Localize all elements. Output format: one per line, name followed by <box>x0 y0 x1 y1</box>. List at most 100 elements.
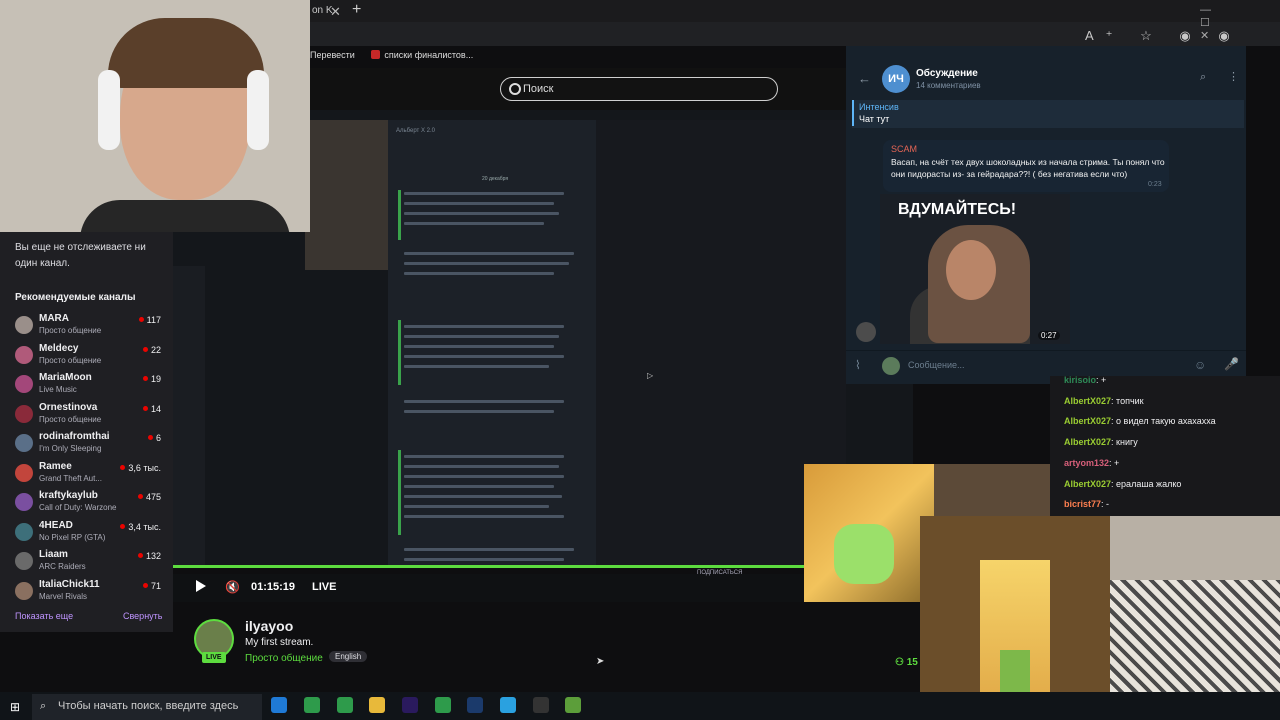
chat-message: AlbertX027: книгу <box>1064 437 1138 447</box>
bookmarks-bar: Перевести списки финалистов... <box>310 50 487 66</box>
sidebar-channel[interactable]: Liaam ARC Raiders 132 <box>15 548 165 576</box>
streamer-name[interactable]: ilyayoo <box>245 618 293 634</box>
message-time: 0:23 <box>1148 181 1162 188</box>
microphone-icon[interactable]: 🎤 <box>1224 357 1239 371</box>
window-controls[interactable]: — ☐ ✕ <box>1200 4 1280 42</box>
message-author[interactable]: SCAM <box>891 144 917 154</box>
sidebar-channel[interactable]: rodinafromthai I'm Only Sleeping 6 <box>15 430 165 458</box>
mute-icon[interactable]: 🔇 <box>225 580 240 594</box>
doc-line <box>404 400 564 403</box>
taskbar-chrome-icon[interactable] <box>337 697 353 713</box>
doc-line <box>404 325 564 328</box>
video-caption: ВДУМАЙТЕСЬ! <box>898 201 1017 218</box>
chat-username[interactable]: AlbertX027 <box>1064 437 1111 447</box>
channel-game: I'm Only Sleeping <box>39 444 102 453</box>
bookmark-finalists[interactable]: списки финалистов... <box>384 50 473 60</box>
taskbar-explorer-icon[interactable] <box>369 697 385 713</box>
sidebar-channel[interactable]: Ornestinova Просто общение 14 <box>15 401 165 429</box>
channel-avatar <box>15 522 33 541</box>
sidebar-channel[interactable]: ItaliaChick11 Marvel Rivals 71 <box>15 578 165 606</box>
taskbar-telegram-icon[interactable] <box>500 697 516 713</box>
subscribe-label: ПОДПИСАТЬСЯ <box>697 570 743 576</box>
pinned-message[interactable] <box>852 100 1244 128</box>
channel-game: Marvel Rivals <box>39 591 88 601</box>
channel-game: ARC Raiders <box>39 562 86 571</box>
search-icon[interactable]: ⌕ <box>1200 71 1206 84</box>
windows-start-icon[interactable]: ⊞ <box>10 700 20 714</box>
chat-username[interactable]: artyom132 <box>1064 458 1109 468</box>
chat-username[interactable]: bicrist77 <box>1064 499 1101 509</box>
sidebar-channel[interactable]: kraftykaylub Call of Duty: Warzone 475 <box>15 489 165 517</box>
stream-tag[interactable]: English <box>329 651 368 662</box>
live-dot-icon <box>142 346 148 352</box>
channel-viewers: 475 <box>137 492 161 502</box>
chat-username[interactable]: kirisoio <box>1064 375 1096 385</box>
meme-person-face <box>946 240 996 300</box>
streamer-hair <box>108 18 264 88</box>
back-arrow-icon[interactable]: ← <box>858 71 871 86</box>
chat-avatar[interactable]: ИЧ <box>882 65 910 93</box>
live-dot-icon <box>142 376 148 381</box>
taskbar-minecraft-icon[interactable] <box>565 697 581 713</box>
doc-line <box>404 485 554 488</box>
sender-avatar[interactable] <box>856 322 876 342</box>
channel-game: Просто общение <box>39 414 102 424</box>
live-dot-icon <box>147 435 153 440</box>
taskbar-chrome-icon[interactable] <box>304 697 320 713</box>
doc-line <box>404 465 559 468</box>
send-as-avatar[interactable] <box>882 357 900 375</box>
channel-avatar <box>15 463 33 482</box>
cursor-icon: ➤ <box>596 656 605 667</box>
play-button[interactable] <box>196 580 206 592</box>
sidebar-channel[interactable]: 4HEAD No Pixel RP (GTA) 3,4 тыс. <box>15 519 165 547</box>
channel-game: Grand Theft Aut... <box>39 473 102 483</box>
taskbar-chrome-icon[interactable] <box>435 697 451 713</box>
chat-text: + <box>1101 375 1107 385</box>
sidebar-channel[interactable]: Ramee Grand Theft Aut... 3,6 тыс. <box>15 460 165 488</box>
more-icon[interactable]: ⋮ <box>1228 70 1239 83</box>
headset-icon <box>98 70 120 150</box>
cursor-icon: ▷ <box>647 371 654 380</box>
chat-username[interactable]: AlbertX027 <box>1064 479 1111 489</box>
bookmark-translate[interactable]: Перевести <box>310 50 355 60</box>
collapse-link[interactable]: Свернуть <box>123 611 162 621</box>
chat-username[interactable]: AlbertX027 <box>1064 396 1111 406</box>
doc-line <box>404 345 554 348</box>
channel-viewers: 6 <box>147 433 161 443</box>
minecraft-block <box>834 524 894 584</box>
channel-avatar <box>15 493 33 511</box>
chat-text: книгу <box>1116 437 1138 448</box>
viewer-count-value: 15 <box>906 657 918 668</box>
minecraft-frame <box>934 464 1050 516</box>
chat-message: artyom132: + <box>1064 458 1119 468</box>
live-dot-icon <box>138 317 144 322</box>
channel-avatar <box>15 345 33 364</box>
emoji-icon[interactable]: ☺ <box>1194 358 1206 372</box>
tab-close-icon[interactable]: ✕ <box>330 4 341 20</box>
taskbar-premiere-icon[interactable] <box>402 697 418 713</box>
sidebar-channel[interactable]: Meldecy Просто общение 22 <box>15 342 165 370</box>
sidebar-channel[interactable]: MARA Просто общение 117 <box>15 312 165 340</box>
viewer-count: ⚇ 15 <box>895 657 918 668</box>
new-tab-icon[interactable]: + <box>352 1 361 19</box>
channel-viewers: 19 <box>142 374 161 384</box>
doc-line <box>404 262 569 265</box>
channel-name: kraftykaylub <box>39 490 98 501</box>
sidebar-channel[interactable]: MariaMoon Live Music 19 <box>15 371 165 399</box>
chat-username[interactable]: AlbertX027 <box>1064 416 1111 426</box>
channel-avatar <box>15 316 33 334</box>
viewer-number: 6 <box>155 433 161 443</box>
pinned-bar <box>852 100 854 126</box>
live-dot-icon <box>142 582 148 588</box>
taskbar-obs-icon[interactable] <box>533 697 549 713</box>
channel-game: Просто общение <box>39 326 102 335</box>
taskbar-photoshop-icon[interactable] <box>467 697 483 713</box>
attach-icon[interactable]: ⌇ <box>855 358 861 372</box>
tab-strip <box>310 0 1280 22</box>
message-input[interactable]: Сообщение... <box>908 360 964 370</box>
channel-game: No Pixel RP (GTA) <box>39 532 106 542</box>
taskbar-edge-icon[interactable] <box>271 697 287 713</box>
stream-category[interactable]: Просто общение <box>245 653 323 664</box>
show-more-link[interactable]: Показать еще <box>15 611 73 621</box>
channel-viewers: 71 <box>142 581 161 591</box>
